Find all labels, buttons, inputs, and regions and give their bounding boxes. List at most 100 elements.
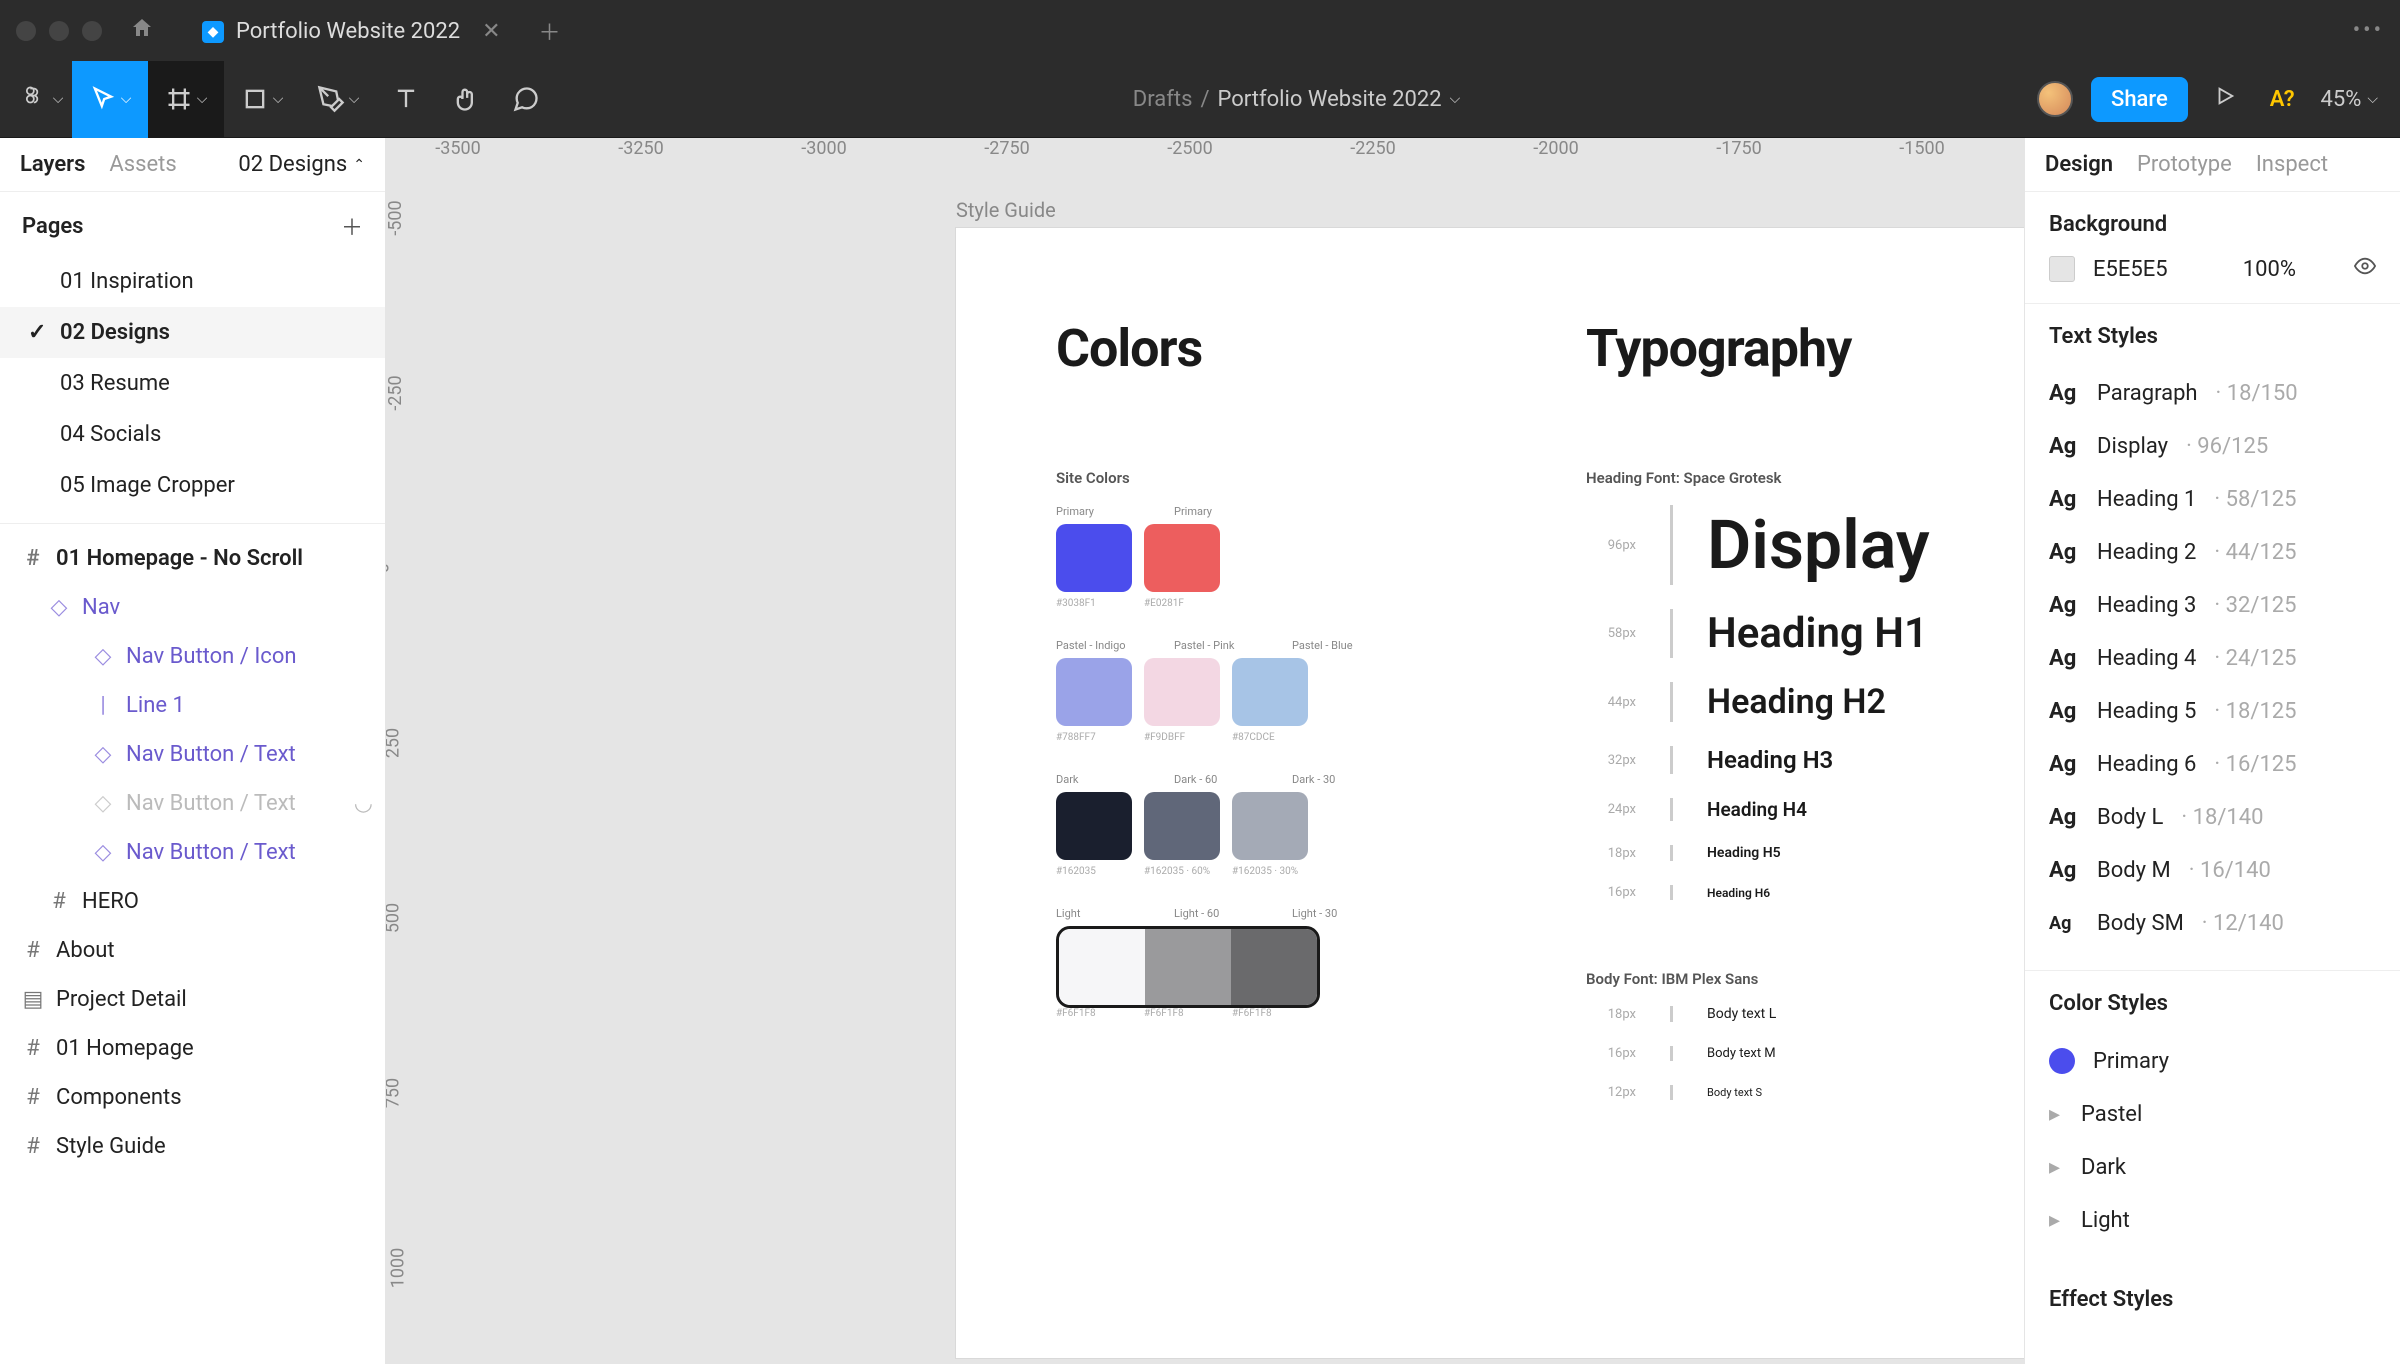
layer-row[interactable]: #Style Guide (0, 1122, 385, 1171)
traffic-zoom[interactable] (82, 21, 102, 41)
overflow-menu-icon[interactable]: ••• (2353, 18, 2384, 43)
breadcrumb[interactable]: Drafts / Portfolio Website 2022 ⌵ (556, 87, 2037, 112)
text-tool[interactable] (376, 61, 436, 138)
traffic-minimize[interactable] (49, 21, 69, 41)
missing-fonts-badge[interactable]: A? (2262, 87, 2303, 112)
line-icon: | (92, 693, 114, 718)
page-item[interactable]: 04 Socials (0, 409, 385, 460)
canvas[interactable]: -3500-3250-3000-2750-2500-2250-2000-1750… (386, 138, 2024, 1364)
visibility-icon[interactable] (2354, 255, 2376, 283)
tab-title: Portfolio Website 2022 (236, 19, 460, 44)
color-style-row[interactable]: Primary (2049, 1034, 2376, 1088)
instance-icon: ◇ (92, 742, 114, 767)
color-swatch[interactable] (1056, 792, 1132, 860)
layer-row[interactable]: ◇Nav (0, 583, 385, 632)
text-style-row[interactable]: AgDisplay96/125 (2049, 420, 2376, 473)
main-menu-button[interactable]: ⌵ (12, 61, 72, 138)
color-swatch[interactable] (1144, 524, 1220, 592)
bg-hex[interactable]: E5E5E5 (2093, 257, 2168, 282)
text-style-row[interactable]: AgHeading 616/125 (2049, 738, 2376, 791)
chevron-down-icon[interactable]: ⌵ (1450, 91, 1461, 107)
colors-heading: Colors (1056, 318, 1576, 379)
layer-row[interactable]: ▤Project Detail (0, 975, 385, 1024)
color-swatch[interactable] (1144, 792, 1220, 860)
text-style-row[interactable]: AgBody L18/140 (2049, 791, 2376, 844)
chevron-right-icon: ▸ (2049, 1208, 2063, 1233)
share-button[interactable]: Share (2091, 77, 2188, 122)
frame-tool[interactable]: ⌵ (148, 61, 224, 138)
component-icon: ◇ (48, 595, 70, 620)
hidden-icon[interactable]: ◡ (354, 791, 373, 816)
frame-style-guide[interactable]: Colors Site Colors PrimaryPrimary#3038F1… (956, 228, 2024, 1358)
color-swatch[interactable] (1056, 658, 1132, 726)
breadcrumb-current[interactable]: Portfolio Website 2022 (1218, 87, 1442, 112)
color-style-row[interactable]: ▸Pastel (2049, 1088, 2376, 1141)
text-style-row[interactable]: AgBody M16/140 (2049, 844, 2376, 897)
avatar[interactable] (2037, 81, 2073, 117)
text-style-row[interactable]: AgBody SM12/140 (2049, 897, 2376, 950)
color-swatch[interactable] (1144, 658, 1220, 726)
new-tab-button[interactable]: ＋ (519, 15, 581, 47)
color-style-row[interactable]: ▸Light (2049, 1194, 2376, 1247)
traffic-close[interactable] (16, 21, 36, 41)
page-item[interactable]: 05 Image Cropper (0, 460, 385, 511)
color-swatch[interactable] (1056, 524, 1132, 592)
ruler-horizontal: -3500-3250-3000-2750-2500-2250-2000-1750… (418, 138, 2024, 168)
layer-row[interactable]: #01 Homepage (0, 1024, 385, 1073)
tab-assets[interactable]: Assets (109, 152, 176, 177)
text-style-row[interactable]: AgParagraph18/150 (2049, 367, 2376, 420)
layer-row[interactable]: #Components (0, 1073, 385, 1122)
background-section: Background E5E5E5 100% (2025, 192, 2400, 304)
tab-layers[interactable]: Layers (20, 152, 85, 177)
text-style-row[interactable]: AgHeading 158/125 (2049, 473, 2376, 526)
add-page-button[interactable]: ＋ (341, 210, 363, 242)
page-selector[interactable]: 02 Designs ⌃ (238, 152, 365, 177)
text-style-row[interactable]: AgHeading 424/125 (2049, 632, 2376, 685)
chevron-right-icon: ▸ (2049, 1155, 2063, 1180)
layer-tree: #01 Homepage - No Scroll◇Nav◇Nav Button … (0, 524, 385, 1364)
home-icon[interactable] (130, 16, 154, 46)
page-item[interactable]: 01 Inspiration (0, 256, 385, 307)
page-item[interactable]: 03 Resume (0, 358, 385, 409)
layer-row[interactable]: #About (0, 926, 385, 975)
tab-prototype[interactable]: Prototype (2137, 152, 2232, 177)
hand-tool[interactable] (436, 61, 496, 138)
layer-row[interactable]: ◇Nav Button / Text◡ (0, 779, 385, 828)
color-style-row[interactable]: ▸Dark (2049, 1141, 2376, 1194)
move-tool[interactable]: ⌵ (72, 61, 148, 138)
frame-icon: # (22, 938, 44, 963)
color-swatch[interactable] (1232, 792, 1308, 860)
layer-row[interactable]: ◇Nav Button / Text (0, 730, 385, 779)
right-panel: Design Prototype Inspect Background E5E5… (2024, 138, 2400, 1364)
text-style-row[interactable]: AgHeading 518/125 (2049, 685, 2376, 738)
tab-design[interactable]: Design (2045, 152, 2113, 177)
frame-label[interactable]: Style Guide (956, 198, 1056, 222)
page-item[interactable]: ✓02 Designs (0, 307, 385, 358)
close-icon[interactable]: ✕ (482, 19, 500, 44)
right-panel-tabs: Design Prototype Inspect (2025, 138, 2400, 192)
page-list: 01 Inspiration✓02 Designs03 Resume04 Soc… (0, 256, 385, 524)
color-swatch[interactable] (1232, 658, 1308, 726)
bg-opacity[interactable]: 100% (2243, 257, 2296, 282)
tab-inspect[interactable]: Inspect (2256, 152, 2328, 177)
layout-icon: ▤ (22, 987, 44, 1012)
bg-swatch[interactable] (2049, 256, 2075, 282)
text-styles-section: Text Styles AgParagraph18/150AgDisplay96… (2025, 304, 2400, 971)
shape-tool[interactable]: ⌵ (224, 61, 300, 138)
layer-row[interactable]: #01 Homepage - No Scroll (0, 534, 385, 583)
chevron-right-icon: ▸ (2049, 1102, 2063, 1127)
tab-current[interactable]: ◆ Portfolio Website 2022 ✕ (184, 0, 519, 61)
typography-heading: Typography (1586, 318, 2024, 379)
text-style-row[interactable]: AgHeading 244/125 (2049, 526, 2376, 579)
pen-tool[interactable]: ⌵ (300, 61, 376, 138)
layer-row[interactable]: ◇Nav Button / Text (0, 828, 385, 877)
layer-row[interactable]: ◇Nav Button / Icon (0, 632, 385, 681)
layer-row[interactable]: |Line 1 (0, 681, 385, 730)
comment-tool[interactable] (496, 61, 556, 138)
text-style-row[interactable]: AgHeading 332/125 (2049, 579, 2376, 632)
instance-icon: ◇ (92, 791, 114, 816)
present-icon[interactable] (2206, 85, 2244, 113)
layer-row[interactable]: #HERO (0, 877, 385, 926)
zoom-control[interactable]: 45%⌵ (2321, 87, 2378, 112)
breadcrumb-root[interactable]: Drafts (1133, 87, 1193, 112)
